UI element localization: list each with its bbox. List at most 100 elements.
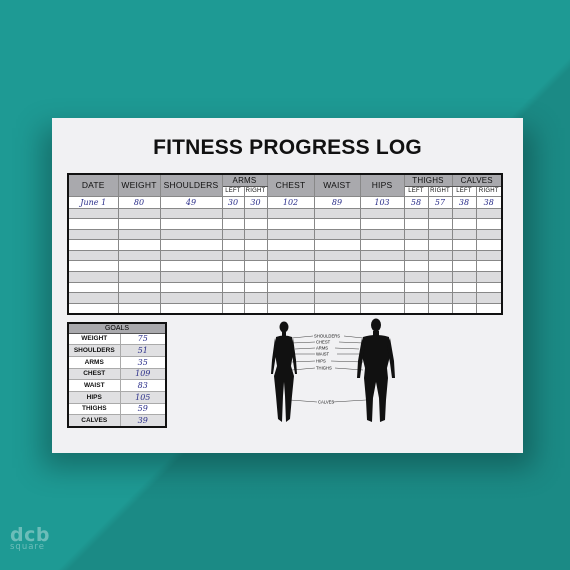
empty-cell[interactable] [403,302,429,315]
cell-chest[interactable]: 102 [266,195,315,209]
empty-cell[interactable] [427,218,453,230]
empty-cell[interactable] [475,302,503,315]
cell-calves-left[interactable]: 38 [451,195,477,209]
empty-cell[interactable] [359,207,405,220]
goal-value[interactable]: 83 [119,379,167,392]
goal-value[interactable]: 75 [119,332,167,346]
goal-value[interactable]: 51 [119,344,167,357]
empty-cell[interactable] [313,218,361,230]
empty-cell[interactable] [313,302,361,315]
empty-cell[interactable] [475,271,503,283]
empty-cell[interactable] [243,207,268,220]
goal-value[interactable]: 105 [119,390,167,404]
empty-cell[interactable] [243,218,268,230]
empty-cell[interactable] [243,249,268,262]
empty-cell[interactable] [221,302,245,315]
empty-cell[interactable] [313,228,361,241]
empty-cell[interactable] [427,271,453,283]
empty-cell[interactable] [451,281,477,294]
empty-cell[interactable] [117,302,161,315]
empty-cell[interactable] [159,207,223,220]
empty-cell[interactable] [266,292,315,304]
goal-value[interactable]: 35 [119,355,167,369]
empty-cell[interactable] [403,239,429,251]
empty-cell[interactable] [427,281,453,294]
cell-thighs-left[interactable]: 58 [403,195,429,209]
empty-cell[interactable] [67,281,119,294]
empty-cell[interactable] [266,207,315,220]
empty-cell[interactable] [475,281,503,294]
empty-cell[interactable] [243,228,268,241]
empty-cell[interactable] [403,228,429,241]
empty-cell[interactable] [359,218,405,230]
empty-cell[interactable] [159,239,223,251]
empty-cell[interactable] [403,218,429,230]
empty-cell[interactable] [221,218,245,230]
empty-cell[interactable] [427,207,453,220]
empty-cell[interactable] [359,228,405,241]
empty-cell[interactable] [159,271,223,283]
empty-cell[interactable] [266,249,315,262]
empty-cell[interactable] [159,218,223,230]
empty-cell[interactable] [451,302,477,315]
empty-cell[interactable] [243,271,268,283]
cell-calves-right[interactable]: 38 [475,195,503,209]
empty-cell[interactable] [403,207,429,220]
empty-cell[interactable] [67,249,119,262]
empty-cell[interactable] [117,207,161,220]
empty-cell[interactable] [117,249,161,262]
empty-cell[interactable] [243,302,268,315]
empty-cell[interactable] [266,271,315,283]
cell-hips[interactable]: 103 [359,195,405,209]
empty-cell[interactable] [266,239,315,251]
empty-cell[interactable] [221,228,245,241]
empty-cell[interactable] [313,281,361,294]
empty-cell[interactable] [359,302,405,315]
empty-cell[interactable] [221,207,245,220]
cell-arms-right[interactable]: 30 [243,195,268,209]
empty-cell[interactable] [221,271,245,283]
empty-cell[interactable] [117,218,161,230]
empty-cell[interactable] [221,281,245,294]
empty-cell[interactable] [266,218,315,230]
empty-cell[interactable] [159,228,223,241]
goal-value[interactable]: 59 [119,402,167,416]
empty-cell[interactable] [451,218,477,230]
empty-cell[interactable] [221,249,245,262]
empty-cell[interactable] [159,249,223,262]
empty-cell[interactable] [159,292,223,304]
cell-shoulders[interactable]: 49 [159,195,223,209]
empty-cell[interactable] [67,260,119,273]
empty-cell[interactable] [67,239,119,251]
empty-cell[interactable] [427,302,453,315]
empty-cell[interactable] [359,281,405,294]
empty-cell[interactable] [243,281,268,294]
empty-cell[interactable] [359,249,405,262]
empty-cell[interactable] [313,292,361,304]
empty-cell[interactable] [117,281,161,294]
empty-cell[interactable] [67,228,119,241]
empty-cell[interactable] [159,302,223,315]
empty-cell[interactable] [475,228,503,241]
empty-cell[interactable] [266,260,315,273]
goal-value[interactable]: 39 [119,414,167,427]
empty-cell[interactable] [117,228,161,241]
empty-cell[interactable] [266,228,315,241]
empty-cell[interactable] [451,260,477,273]
empty-cell[interactable] [243,260,268,273]
empty-cell[interactable] [117,239,161,251]
cell-waist[interactable]: 89 [313,195,361,209]
empty-cell[interactable] [117,271,161,283]
empty-cell[interactable] [475,207,503,220]
empty-cell[interactable] [67,271,119,283]
empty-cell[interactable] [159,260,223,273]
cell-date[interactable]: June 1 [67,195,119,209]
empty-cell[interactable] [475,218,503,230]
empty-cell[interactable] [359,271,405,283]
empty-cell[interactable] [67,292,119,304]
empty-cell[interactable] [403,271,429,283]
empty-cell[interactable] [266,281,315,294]
empty-cell[interactable] [221,292,245,304]
empty-cell[interactable] [427,249,453,262]
empty-cell[interactable] [221,260,245,273]
